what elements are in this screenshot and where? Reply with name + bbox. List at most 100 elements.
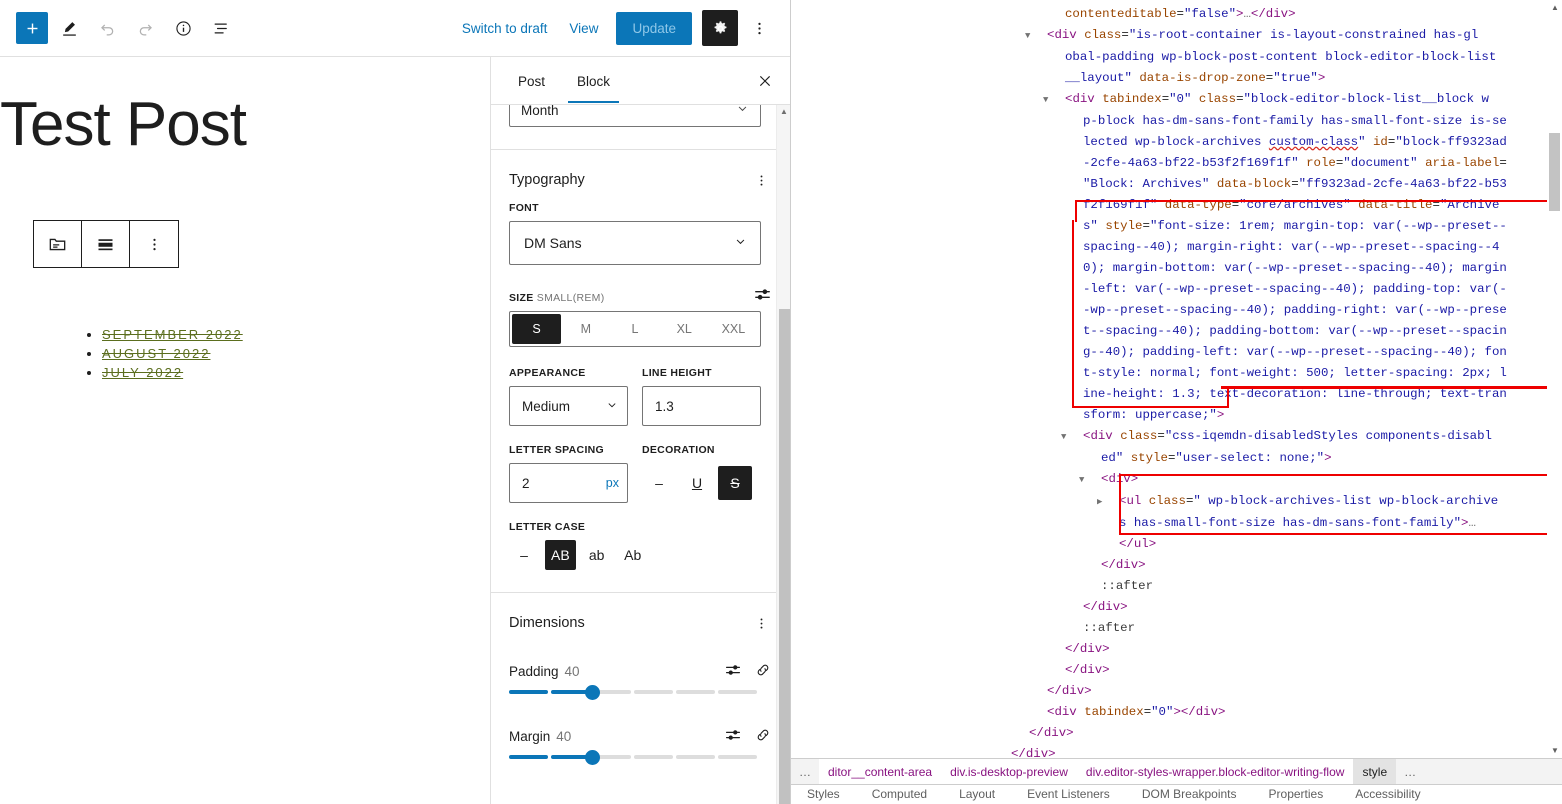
scroll-up-icon[interactable]: ▲	[1551, 3, 1559, 12]
update-button[interactable]: Update	[616, 11, 692, 45]
padding-slider[interactable]	[509, 684, 757, 700]
info-icon[interactable]	[166, 11, 200, 45]
dom-line[interactable]: "Block: Archives" data-block="ff9323ad-2…	[791, 174, 1562, 195]
align-icon[interactable]	[82, 221, 130, 267]
case-lowercase-button[interactable]: ab	[582, 540, 612, 570]
dom-line[interactable]: ▼ <div tabindex="0" class="block-editor-b…	[791, 89, 1562, 111]
dom-line[interactable]: ▼ <div>	[791, 469, 1562, 491]
decoration-strikethrough-button[interactable]: S	[718, 466, 752, 500]
devtools-scrollbar[interactable]: ▲ ▼	[1547, 0, 1562, 758]
view-button[interactable]: View	[559, 15, 608, 42]
line-height-input[interactable]: 1.3	[642, 386, 761, 426]
dom-line[interactable]: sform: uppercase;">	[791, 405, 1562, 426]
dom-tree[interactable]: contenteditable="false">…</div> ▼ <div cla…	[791, 0, 1562, 758]
pencil-icon[interactable]	[52, 11, 86, 45]
breadcrumb-item[interactable]: div.is-desktop-preview	[941, 759, 1077, 784]
dimensions-options-icon[interactable]	[750, 616, 772, 631]
dom-line[interactable]: spacing--40); margin-right: var(--wp--pr…	[791, 237, 1562, 258]
dom-line[interactable]: s has-small-font-size has-dm-sans-font-f…	[791, 513, 1562, 534]
dom-line[interactable]: g--40); padding-left: var(--wp--preset--…	[791, 342, 1562, 363]
close-icon[interactable]	[748, 64, 782, 98]
letter-spacing-input[interactable]: 2 px	[509, 463, 628, 503]
dom-line[interactable]: lected wp-block-archives custom-class" i…	[791, 132, 1562, 153]
dom-line[interactable]: ed" style="user-select: none;">	[791, 448, 1562, 469]
dom-line[interactable]: 0); margin-bottom: var(--wp--preset--spa…	[791, 258, 1562, 279]
breadcrumb-item[interactable]: …	[791, 759, 819, 784]
decoration-underline-button[interactable]: U	[680, 466, 714, 500]
block-options-icon[interactable]	[130, 221, 178, 267]
disclosure-triangle-icon[interactable]: ▶	[1097, 492, 1119, 513]
dom-line[interactable]: </div>	[791, 597, 1562, 618]
font-size-xl[interactable]: XL	[660, 314, 709, 344]
typography-options-icon[interactable]	[750, 173, 772, 188]
breadcrumb-item[interactable]: style	[1353, 759, 1397, 784]
dom-line[interactable]: -2cfe-4a63-bf22-b53f2f169f1f" role="docu…	[791, 153, 1562, 174]
devtools-tab[interactable]: Styles	[791, 785, 856, 801]
tab-post[interactable]: Post	[509, 60, 554, 102]
size-custom-toggle-icon[interactable]	[753, 285, 772, 304]
scroll-up-icon[interactable]: ▲	[780, 107, 788, 116]
dom-line[interactable]: </div>	[791, 744, 1562, 758]
devtools-tab[interactable]: DOM Breakpoints	[1126, 785, 1253, 801]
sliders-icon[interactable]	[724, 661, 742, 682]
font-size-s[interactable]: S	[512, 314, 562, 344]
devtools-tab[interactable]: Layout	[943, 785, 1011, 801]
breadcrumb-item[interactable]: div.editor-styles-wrapper.block-editor-w…	[1076, 759, 1354, 784]
archive-link[interactable]: September 2022	[102, 327, 243, 342]
sliders-icon[interactable]	[724, 726, 742, 747]
link-icon[interactable]	[754, 661, 772, 682]
scroll-down-icon[interactable]: ▼	[1551, 746, 1559, 755]
disclosure-triangle-icon[interactable]: ▼	[1061, 427, 1083, 448]
dom-line[interactable]: obal-padding wp-block-post-content block…	[791, 47, 1562, 68]
archive-link[interactable]: August 2022	[102, 346, 210, 361]
dom-line[interactable]: -left: var(--wp--preset--spacing--40); p…	[791, 279, 1562, 300]
list-view-icon[interactable]	[204, 11, 238, 45]
dom-line[interactable]: t-style: normal; font-weight: 500; lette…	[791, 363, 1562, 384]
dom-line[interactable]: ::after	[791, 618, 1562, 639]
sidebar-scrollbar[interactable]: ▲	[776, 105, 790, 804]
dom-line[interactable]: ▶ <ul class=" wp-block-archives-list wp-b…	[791, 491, 1562, 513]
case-uppercase-button[interactable]: AB	[545, 540, 576, 570]
devtools-tab[interactable]: Accessibility	[1339, 785, 1436, 801]
dom-line[interactable]: <div tabindex="0"></div>	[791, 702, 1562, 723]
devtools-tab[interactable]: Properties	[1253, 785, 1340, 801]
disclosure-triangle-icon[interactable]: ▼	[1025, 26, 1047, 47]
dom-line[interactable]: </ul>	[791, 534, 1562, 555]
post-title[interactable]: Test Post	[0, 89, 247, 160]
add-block-button[interactable]	[16, 12, 48, 44]
dom-line[interactable]: s" style="font-size: 1rem; margin-top: v…	[791, 216, 1562, 237]
letter-spacing-unit[interactable]: px	[606, 476, 619, 490]
devtools-tab[interactable]: Computed	[856, 785, 943, 801]
tab-block[interactable]: Block	[568, 60, 620, 103]
more-options-icon[interactable]	[742, 11, 776, 45]
case-capitalize-button[interactable]: Ab	[618, 540, 648, 570]
dom-line[interactable]: contenteditable="false">…</div>	[791, 4, 1562, 25]
case-none-button[interactable]: –	[509, 540, 539, 570]
font-size-m[interactable]: M	[561, 314, 610, 344]
gear-icon[interactable]	[702, 10, 738, 46]
appearance-select[interactable]: Medium	[509, 386, 628, 426]
devtools-tab[interactable]: Event Listeners	[1011, 785, 1126, 801]
dom-line[interactable]: ine-height: 1.3; text-decoration: line-t…	[791, 384, 1562, 405]
archives-block-icon[interactable]	[34, 221, 82, 267]
dom-line[interactable]: </div>	[791, 555, 1562, 576]
undo-icon[interactable]	[90, 11, 124, 45]
font-select[interactable]: DM Sans	[509, 221, 761, 265]
disclosure-triangle-icon[interactable]: ▼	[1043, 90, 1065, 111]
dom-line[interactable]: __layout" data-is-drop-zone="true">	[791, 68, 1562, 89]
breadcrumb-item[interactable]: ditor__content-area	[819, 759, 942, 784]
redo-icon[interactable]	[128, 11, 162, 45]
dom-line[interactable]: ▼ <div class="css-iqemdn-disabledStyles c…	[791, 426, 1562, 448]
dom-line[interactable]: ::after	[791, 576, 1562, 597]
scrollbar-thumb[interactable]	[779, 309, 790, 804]
dom-line[interactable]: -wp--preset--spacing--40); padding-right…	[791, 300, 1562, 321]
switch-to-draft-button[interactable]: Switch to draft	[452, 15, 558, 42]
dom-line[interactable]: ▼ <div class="is-root-container is-layout…	[791, 25, 1562, 47]
font-size-l[interactable]: L	[610, 314, 659, 344]
dom-line[interactable]: </div>	[791, 660, 1562, 681]
font-size-xxl[interactable]: XXL	[709, 314, 758, 344]
breadcrumb-item[interactable]: …	[1396, 759, 1424, 784]
dom-line[interactable]: </div>	[791, 639, 1562, 660]
dom-line[interactable]: t--spacing--40); padding-bottom: var(--w…	[791, 321, 1562, 342]
dom-line[interactable]: </div>	[791, 681, 1562, 702]
